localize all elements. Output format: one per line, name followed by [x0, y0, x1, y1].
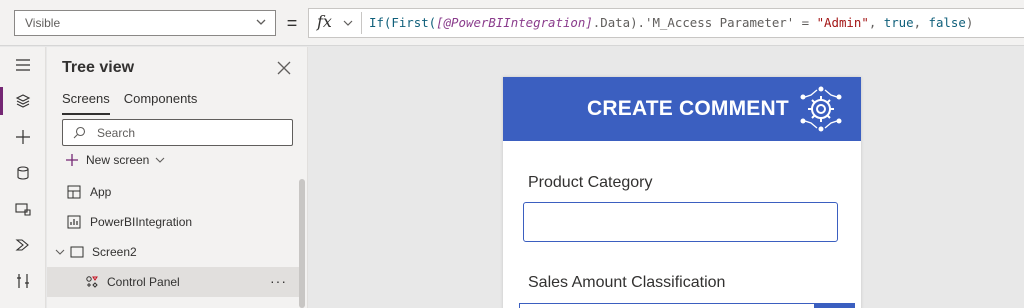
tree-item-label: Screen2 — [92, 245, 137, 259]
tree-list: App PowerBIIntegration Screen2 Control P… — [47, 177, 305, 308]
data-button[interactable] — [0, 155, 46, 191]
tree-view-panel: Tree view Screens Components Search New … — [47, 47, 308, 308]
tree-item-label: PowerBIIntegration — [90, 215, 193, 229]
tree-scrollbar[interactable] — [299, 179, 305, 308]
dropdown-chevron-button[interactable] — [815, 303, 855, 308]
tools-icon — [17, 274, 29, 288]
search-placeholder: Search — [97, 126, 136, 140]
insert-button[interactable] — [0, 119, 46, 155]
fx-icon[interactable]: fx — [317, 12, 332, 31]
menu-icon — [16, 59, 30, 71]
formula-token: , — [913, 15, 929, 30]
equals-sign: = — [286, 13, 298, 33]
formula-token: [@PowerBIIntegration] — [436, 15, 593, 30]
formula-token: If(First( — [369, 15, 437, 30]
tree-item-label: Control Panel — [107, 275, 180, 289]
screen-icon — [70, 246, 84, 258]
property-dropdown[interactable]: Visible — [14, 10, 276, 36]
formula-text[interactable]: If(First([@PowerBIIntegration].Data).'M_… — [369, 15, 973, 30]
tree-item-label: App — [90, 185, 112, 199]
gear-network-icon — [800, 86, 842, 132]
app-icon — [67, 185, 81, 199]
property-dropdown-value: Visible — [25, 16, 61, 30]
chevron-down-icon — [155, 157, 165, 163]
product-category-input[interactable] — [523, 202, 838, 242]
sales-amount-dropdown[interactable] — [519, 303, 815, 308]
tree-view-button[interactable] — [0, 83, 46, 119]
sales-amount-classification-label: Sales Amount Classification — [528, 274, 726, 291]
chevron-down-icon — [256, 19, 266, 25]
formula-token: false — [928, 15, 966, 30]
close-icon[interactable] — [275, 59, 293, 77]
tab-screens[interactable]: Screens — [62, 91, 110, 115]
tree-item-app[interactable]: App — [47, 177, 305, 207]
tree-item-screen2[interactable]: Screen2 — [47, 237, 305, 267]
formula-bar: Visible = fx If(First([@PowerBIIntegrati… — [0, 0, 1024, 46]
product-category-label: Product Category — [528, 174, 653, 191]
app-header: CREATE COMMENT — [503, 77, 861, 141]
tab-components[interactable]: Components — [124, 91, 198, 115]
design-canvas[interactable]: CREATE COMMENT Product Category Sales Am… — [309, 47, 1024, 308]
tree-item-control-panel[interactable]: Control Panel ··· — [47, 267, 305, 297]
left-rail — [0, 47, 46, 308]
chevron-down-icon[interactable] — [55, 247, 65, 257]
chevron-down-icon[interactable] — [343, 18, 353, 28]
formula-input[interactable]: fx If(First([@PowerBIIntegration].Data).… — [308, 8, 1024, 38]
power-automate-button[interactable] — [0, 227, 46, 263]
layers-icon — [15, 94, 31, 108]
new-screen-button[interactable]: New screen — [65, 153, 165, 167]
search-icon — [73, 126, 86, 139]
formula-token: true — [883, 15, 914, 30]
powerbi-control-icon — [67, 215, 81, 229]
more-options-button[interactable]: ··· — [270, 273, 287, 289]
tools-button[interactable] — [0, 263, 46, 299]
media-button[interactable] — [0, 191, 46, 227]
insert-icon — [16, 130, 30, 144]
power-automate-icon — [15, 239, 29, 251]
formula-token: .Data).'M_Access Parameter' = — [592, 15, 817, 30]
formula-token: , — [868, 15, 884, 30]
data-icon — [17, 166, 29, 180]
tree-item-powerbiintegration[interactable]: PowerBIIntegration — [47, 207, 305, 237]
divider — [361, 12, 362, 34]
group-icon — [86, 276, 98, 288]
formula-token: "Admin" — [816, 15, 869, 30]
menu-button[interactable] — [0, 47, 46, 83]
plus-icon — [66, 154, 78, 166]
tree-tabs: Screens Components — [62, 91, 197, 115]
formula-token: ) — [965, 15, 974, 30]
media-icon — [15, 203, 31, 216]
search-input[interactable]: Search — [62, 119, 293, 146]
new-screen-label: New screen — [86, 153, 150, 167]
panel-title: Tree view — [62, 59, 135, 76]
app-screen-preview: CREATE COMMENT Product Category Sales Am… — [503, 77, 861, 308]
